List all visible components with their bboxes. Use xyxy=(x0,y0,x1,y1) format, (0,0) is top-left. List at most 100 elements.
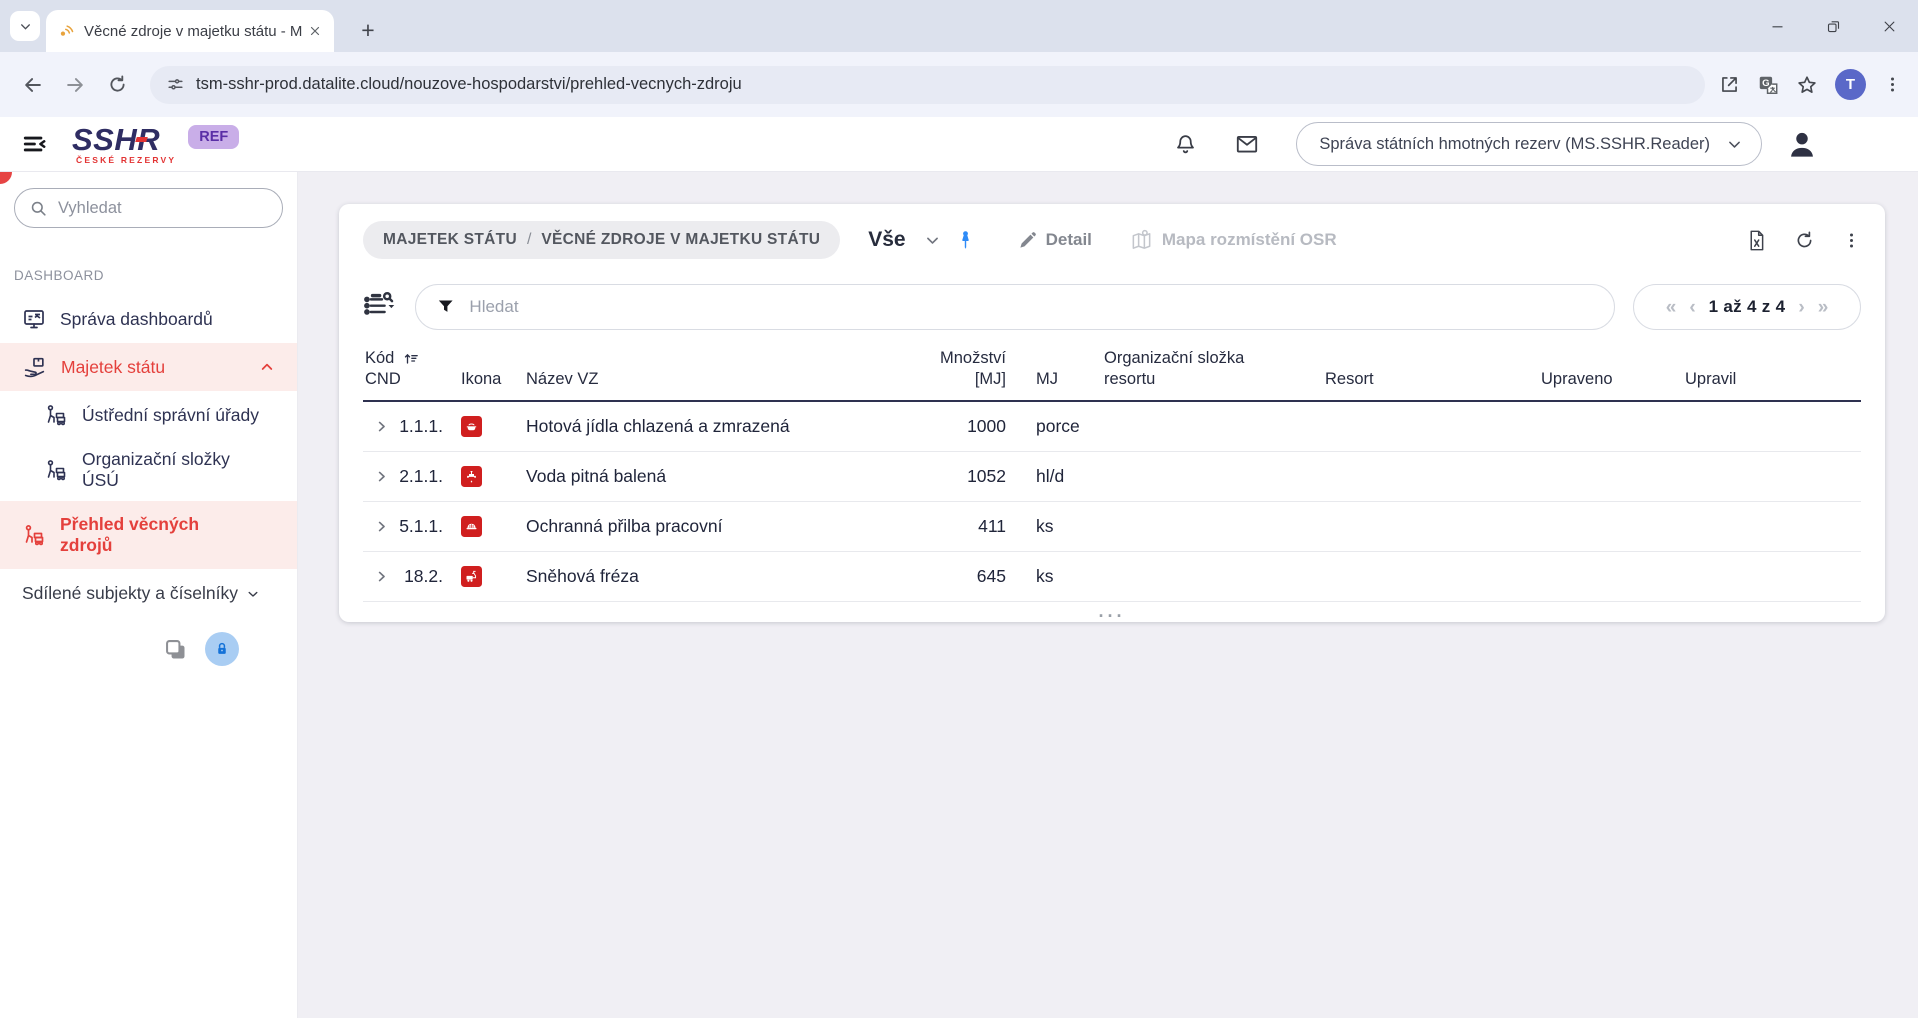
content-card: MAJETEK STÁTU / VĚCNÉ ZDROJE V MAJETKU S… xyxy=(339,204,1885,622)
sidebar-item-label: Majetek státu xyxy=(61,357,165,378)
cell-unit: ks xyxy=(1006,516,1096,537)
table-search[interactable] xyxy=(415,284,1615,330)
sidebar-item-prehled-vecnych-zdroju[interactable]: Přehled věcných zdrojů xyxy=(0,501,297,569)
sidebar-item-organizacni-slozky-usu[interactable]: Organizační složky ÚSÚ xyxy=(0,439,297,501)
open-in-new-icon[interactable] xyxy=(1719,74,1740,95)
column-header-nazev-vz[interactable]: Název VZ xyxy=(526,369,894,390)
column-header-resort[interactable]: Resort xyxy=(1321,369,1536,390)
handcart-icon xyxy=(22,523,46,547)
view-filter-dropdown[interactable]: Vše xyxy=(868,228,905,252)
refresh-icon[interactable] xyxy=(1794,230,1815,251)
copy-layout-icon[interactable] xyxy=(162,636,189,663)
cell-quantity: 411 xyxy=(894,516,1006,537)
logo-tagline: ČESKÉ REZERVY xyxy=(76,156,176,165)
breadcrumb-separator: / xyxy=(527,231,531,249)
window-close-button[interactable] xyxy=(1878,15,1900,37)
lock-icon xyxy=(213,640,231,658)
cell-code: 2.1.1. xyxy=(399,466,447,487)
sidebar-item-ustredni-spravni-urady[interactable]: Ústřední správní úřady xyxy=(0,391,297,439)
user-avatar[interactable] xyxy=(1786,128,1818,160)
table-header: Kód CND Ikona Název VZ Množství [MJ] MJ … xyxy=(363,338,1861,402)
more-options-kebab-icon[interactable] xyxy=(1842,231,1861,250)
table-row[interactable]: 2.1.1. Voda pitná balená 1052 hl/d xyxy=(363,452,1861,502)
column-header-upraveno[interactable]: Upraveno xyxy=(1536,369,1681,390)
table-row[interactable]: 5.1.1. Ochranná přilba pracovní 411 ks xyxy=(363,502,1861,552)
environment-badge: REF xyxy=(188,125,239,149)
pin-filter-icon[interactable] xyxy=(957,230,974,250)
column-header-upravil[interactable]: Upravil xyxy=(1681,369,1861,390)
search-icon xyxy=(29,199,48,218)
translate-icon[interactable]: G xyxy=(1757,74,1779,96)
messages-mail-icon[interactable] xyxy=(1232,129,1262,159)
chevron-down-icon xyxy=(19,20,32,33)
address-bar[interactable]: tsm-sshr-prod.datalite.cloud/nouzove-hos… xyxy=(150,66,1705,104)
role-selector-value: Správa státních hmotných rezerv (MS.SSHR… xyxy=(1319,135,1710,154)
row-expand-chevron-icon[interactable] xyxy=(363,569,399,584)
lock-button[interactable] xyxy=(205,632,239,666)
tab-search-button[interactable] xyxy=(10,11,40,41)
cell-code: 18.2. xyxy=(399,566,447,587)
window-restore-button[interactable] xyxy=(1822,15,1844,37)
handcart-icon xyxy=(44,403,68,427)
browser-tab[interactable]: Věcné zdroje v majetku státu - M xyxy=(46,10,334,52)
row-expand-chevron-icon[interactable] xyxy=(363,419,399,434)
table-row[interactable]: 18.2. Sněhová fréza 645 ks xyxy=(363,552,1861,602)
tab-close-icon[interactable] xyxy=(306,22,324,40)
column-header-kod-cnd[interactable]: Kód CND xyxy=(363,348,447,391)
column-header-mnozstvi[interactable]: Množství [MJ] xyxy=(894,348,1006,391)
pagination: « ‹ 1 až 4 z 4 › » xyxy=(1633,284,1861,330)
column-settings-icon[interactable] xyxy=(363,291,397,323)
cell-unit: hl/d xyxy=(1006,466,1096,487)
pagination-prev-button[interactable]: ‹ xyxy=(1689,298,1695,317)
chevron-down-icon xyxy=(246,587,260,601)
main-area: MAJETEK STÁTU / VĚCNÉ ZDROJE V MAJETKU S… xyxy=(298,172,1918,1018)
column-header-organizacni-slozka[interactable]: Organizační složka resortu xyxy=(1096,348,1321,391)
app-logo[interactable]: SSHR ČESKÉ REZERVY xyxy=(72,124,176,165)
sidebar-item-majetek-statu[interactable]: Majetek státu xyxy=(0,343,297,391)
sidebar-item-sprava-dashboardu[interactable]: Správa dashboardů xyxy=(0,295,297,343)
sidebar-item-label: Sdílené subjekty a číselníky xyxy=(22,583,238,604)
new-tab-button[interactable]: + xyxy=(352,14,384,46)
browser-toolbar: tsm-sshr-prod.datalite.cloud/nouzove-hos… xyxy=(0,52,1918,117)
chevron-up-icon xyxy=(259,359,275,375)
cell-code: 5.1.1. xyxy=(399,516,447,537)
pagination-last-button[interactable]: » xyxy=(1818,298,1829,317)
table-row[interactable]: 1.1.1. Hotová jídla chlazená a zmrazená … xyxy=(363,402,1861,452)
sidebar-item-label: Ústřední správní úřady xyxy=(82,405,259,426)
row-expand-chevron-icon[interactable] xyxy=(363,519,399,534)
back-icon[interactable] xyxy=(16,68,50,102)
window-minimize-button[interactable] xyxy=(1766,15,1788,37)
menu-toggle-icon[interactable] xyxy=(18,127,52,161)
breadcrumb-majetek-statu[interactable]: MAJETEK STÁTU xyxy=(383,231,517,249)
column-header-mj[interactable]: MJ xyxy=(1006,369,1096,390)
map-osr-button[interactable]: Mapa rozmístění OSR xyxy=(1130,229,1337,252)
export-xls-icon[interactable] xyxy=(1746,229,1767,252)
notifications-bell-icon[interactable] xyxy=(1170,129,1200,159)
row-expand-chevron-icon[interactable] xyxy=(363,469,399,484)
url-text: tsm-sshr-prod.datalite.cloud/nouzove-hos… xyxy=(196,75,742,94)
sidebar-item-sdilene-subjekty[interactable]: Sdílené subjekty a číselníky xyxy=(0,569,297,618)
meal-icon xyxy=(461,416,482,437)
bookmark-star-icon[interactable] xyxy=(1796,74,1818,96)
browser-profile-avatar[interactable]: T xyxy=(1835,69,1866,100)
cell-quantity: 1052 xyxy=(894,466,1006,487)
sidebar-search[interactable] xyxy=(14,188,283,228)
chevron-down-icon xyxy=(1726,136,1743,153)
forward-icon[interactable] xyxy=(58,68,92,102)
sort-ascending-icon[interactable] xyxy=(403,351,420,367)
pagination-first-button[interactable]: « xyxy=(1666,298,1677,317)
role-selector[interactable]: Správa státních hmotných rezerv (MS.SSHR… xyxy=(1296,122,1762,166)
pagination-next-button[interactable]: › xyxy=(1798,298,1804,317)
column-header-ikona[interactable]: Ikona xyxy=(447,369,526,390)
table-more-ellipsis[interactable]: ··· xyxy=(363,602,1861,632)
browser-menu-kebab-icon[interactable] xyxy=(1883,75,1902,94)
breadcrumb-vecne-zdroje[interactable]: VĚCNÉ ZDROJE V MAJETKU STÁTU xyxy=(541,231,820,249)
app-header: SSHR ČESKÉ REZERVY REF Správa státních h… xyxy=(0,117,1918,172)
table-search-input[interactable] xyxy=(469,297,1594,317)
detail-button-label: Detail xyxy=(1046,230,1092,250)
site-settings-icon[interactable] xyxy=(166,75,185,94)
reload-icon[interactable] xyxy=(100,68,134,102)
chevron-down-icon[interactable] xyxy=(924,232,941,249)
detail-button[interactable]: Detail xyxy=(1018,230,1092,250)
sidebar-search-input[interactable] xyxy=(58,199,248,218)
